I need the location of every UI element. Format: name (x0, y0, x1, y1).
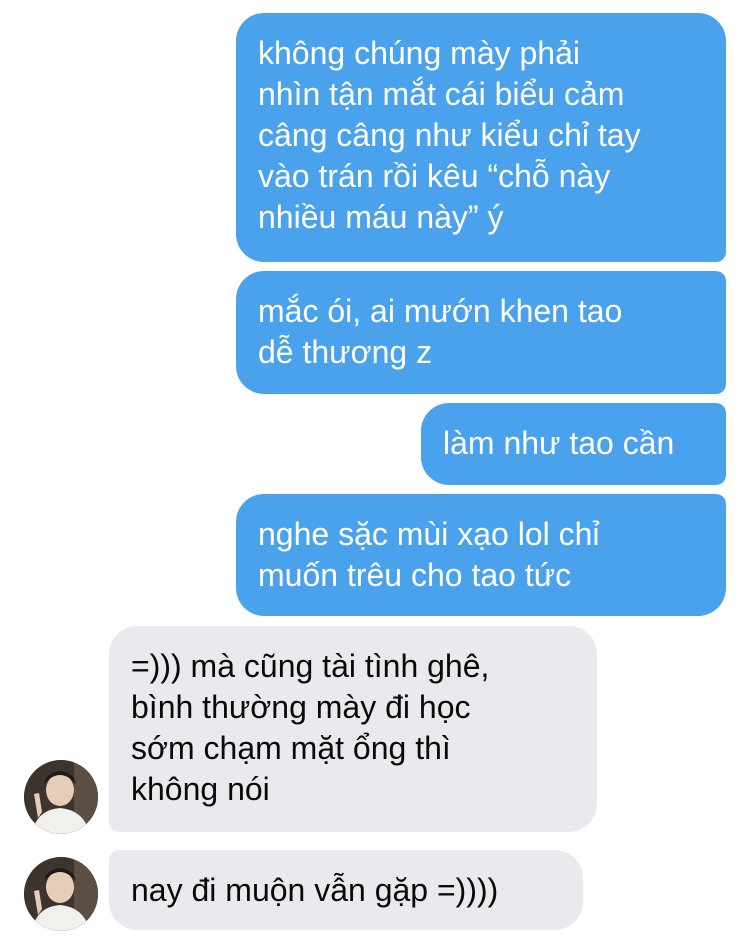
chat-thread: không chúng mày phải nhìn tận mắt cái bi… (0, 0, 750, 938)
incoming-message[interactable]: =))) mà cũng tài tình ghê, bình thường m… (109, 626, 597, 832)
outgoing-message[interactable]: mắc ói, ai mướn khen tao dễ thương z (236, 271, 726, 394)
outgoing-message[interactable]: làm như tao cần (421, 403, 726, 485)
outgoing-message[interactable]: không chúng mày phải nhìn tận mắt cái bi… (236, 13, 726, 262)
avatar-icon (24, 760, 98, 834)
outgoing-message[interactable]: nghe sặc mùi xạo lol chỉ muốn trêu cho t… (236, 494, 726, 616)
contact-avatar-icon[interactable] (24, 760, 98, 834)
incoming-message[interactable]: nay đi muộn vẫn gặp =)))) (109, 850, 583, 930)
contact-avatar-icon[interactable] (24, 857, 98, 931)
avatar-icon (24, 857, 98, 931)
